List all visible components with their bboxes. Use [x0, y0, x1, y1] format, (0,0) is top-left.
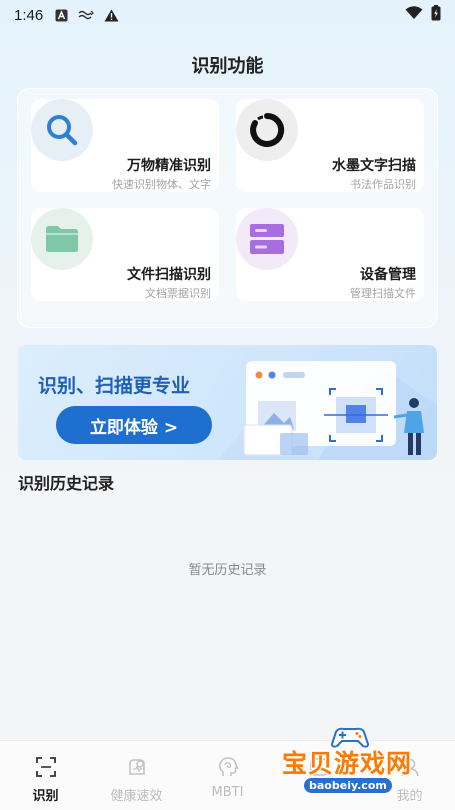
status-time: 1:46: [14, 6, 44, 24]
battery-icon: [431, 5, 441, 25]
tab-label: 健康速效: [110, 789, 163, 804]
brain-head-icon: [217, 755, 239, 779]
tab-label: MBTI: [211, 785, 244, 800]
watermark-text: 宝贝游戏网: [282, 749, 413, 778]
feature-title: 万物精准识别: [127, 158, 211, 174]
feature-card-ink-scan[interactable]: 水墨文字扫描 书法作品识别: [236, 99, 424, 192]
health-badge-icon: [126, 755, 148, 779]
feature-title: 水墨文字扫描: [332, 158, 416, 174]
magnifier-icon: [31, 99, 93, 161]
warning-icon: [104, 9, 119, 22]
storage-icon: [236, 208, 298, 270]
feature-card-object-recognition[interactable]: 万物精准识别 快速识别物体、文字: [31, 99, 219, 192]
status-bar: 1:46: [0, 0, 455, 30]
tab-label: 识别: [32, 789, 59, 804]
feature-subtitle: 管理扫描文件: [350, 287, 416, 300]
folder-icon: [31, 208, 93, 270]
tab-mbti[interactable]: MBTI: [182, 741, 273, 810]
feature-title: 文件扫描识别: [127, 267, 211, 283]
tilde-signal-icon: [78, 9, 95, 21]
history-title: 识别历史记录: [18, 474, 115, 493]
feature-title: 设备管理: [360, 267, 416, 283]
a-box-icon: [55, 9, 68, 22]
feature-panel: 万物精准识别 快速识别物体、文字 水墨文字扫描 书法作品识别 文件扫描识别 文档…: [17, 88, 438, 328]
watermark-url: baobeiy.com: [304, 778, 392, 793]
banner-headline: 识别、扫描更专业: [38, 375, 191, 397]
scan-frame-icon: [35, 755, 57, 779]
feature-subtitle: 书法作品识别: [350, 178, 416, 191]
feature-card-file-scan[interactable]: 文件扫描识别 文档票据识别: [31, 208, 219, 301]
tab-health[interactable]: 健康速效: [91, 741, 182, 810]
tab-recognize[interactable]: 识别: [0, 741, 91, 810]
feature-subtitle: 快速识别物体、文字: [112, 178, 211, 191]
try-now-button[interactable]: 立即体验 >: [56, 406, 212, 444]
history-empty-text: 暂无历史记录: [188, 563, 267, 578]
site-watermark: 宝贝游戏网 baobeiy.com: [282, 724, 422, 804]
promo-banner[interactable]: 识别、扫描更专业 立即体验 >: [18, 345, 437, 460]
wifi-icon: [405, 6, 423, 24]
page-title: 识别功能: [191, 56, 264, 77]
ink-ring-icon: [236, 99, 298, 161]
feature-subtitle: 文档票据识别: [145, 287, 211, 300]
feature-card-device-management[interactable]: 设备管理 管理扫描文件: [236, 208, 424, 301]
